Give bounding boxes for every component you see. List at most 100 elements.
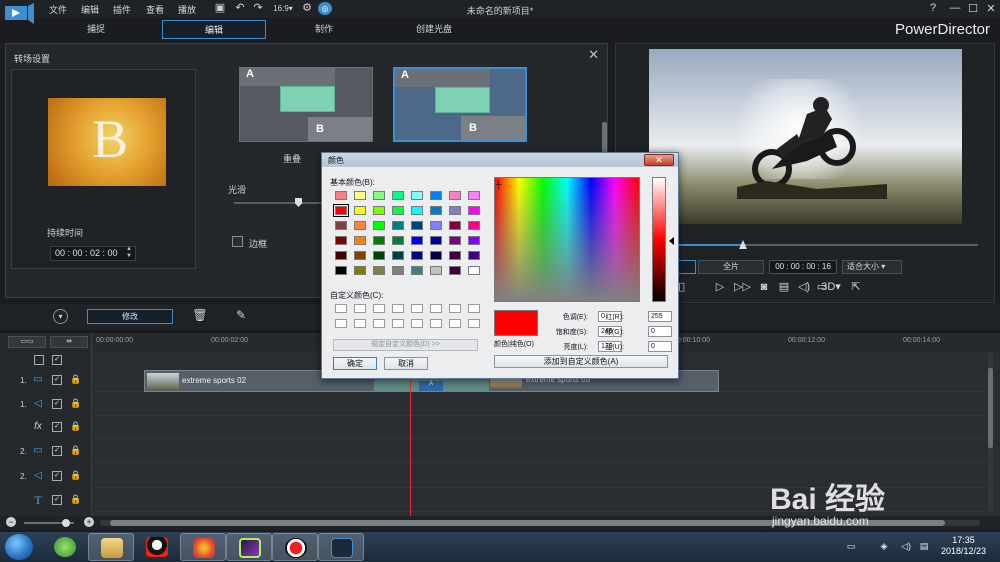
color-swatch[interactable] <box>449 251 461 260</box>
taskbar-app[interactable] <box>272 533 318 561</box>
color-swatch[interactable] <box>411 266 423 275</box>
lock-icon[interactable]: 🔒 <box>70 421 81 433</box>
blue-field[interactable]: 0 <box>648 341 672 352</box>
color-swatch[interactable] <box>411 206 423 215</box>
define-custom-colors-button[interactable]: 规定自定义颜色(D) >> <box>333 339 478 351</box>
undock-icon[interactable]: ⇱ <box>848 280 864 294</box>
tray-app-icon[interactable]: ◈ <box>878 541 890 553</box>
color-swatch[interactable] <box>449 191 461 200</box>
volume-icon[interactable]: ◁) <box>796 280 812 294</box>
tab-produce[interactable]: 制作 <box>272 20 376 39</box>
play-icon[interactable]: ▷ <box>712 280 728 294</box>
taskbar-app[interactable] <box>88 533 134 561</box>
lock-icon[interactable]: 🔒 <box>70 470 81 482</box>
modify-button[interactable]: 修改 <box>87 309 173 324</box>
custom-color-swatch[interactable] <box>354 319 366 328</box>
undo-icon[interactable]: ↶ <box>233 2 247 15</box>
aspect-ratio-icon[interactable]: 16:9▾ <box>272 2 294 15</box>
start-button[interactable] <box>5 534 33 560</box>
dialog-titlebar[interactable]: 颜色 ✕ <box>322 153 678 167</box>
color-swatch[interactable] <box>354 236 366 245</box>
tab-capture[interactable]: 捕捉 <box>44 20 148 39</box>
track-enable-checkbox[interactable]: ✓ <box>52 471 62 481</box>
custom-color-swatch[interactable] <box>449 304 461 313</box>
track-enable-checkbox[interactable]: ✓ <box>52 399 62 409</box>
track-lane[interactable] <box>93 441 993 463</box>
custom-color-swatch[interactable] <box>392 304 404 313</box>
trash-icon[interactable]: 🗑 <box>192 308 208 324</box>
zoom-in-button[interactable]: + <box>84 517 94 527</box>
color-swatch[interactable] <box>354 206 366 215</box>
track-enable-checkbox[interactable]: ✓ <box>52 446 62 456</box>
keyboard-icon[interactable]: ▭ <box>845 541 857 553</box>
color-swatch[interactable] <box>411 221 423 230</box>
color-swatch[interactable] <box>373 251 385 260</box>
track-enable-checkbox[interactable]: ✓ <box>52 495 62 505</box>
lock-icon[interactable]: 🔒 <box>70 445 81 457</box>
red-field[interactable]: 255 <box>648 311 672 322</box>
3d-toggle[interactable]: 3D▾ <box>819 280 843 294</box>
luminance-arrow-icon[interactable] <box>669 237 674 245</box>
ok-button[interactable]: 确定 <box>333 357 377 370</box>
custom-color-swatch[interactable] <box>335 304 347 313</box>
custom-color-swatch[interactable] <box>354 304 366 313</box>
transition-card-selected[interactable]: A B <box>393 67 527 142</box>
menu-view[interactable]: 查看 <box>146 3 164 16</box>
taskbar-app[interactable] <box>42 533 88 561</box>
custom-color-swatch[interactable] <box>430 304 442 313</box>
color-swatch[interactable] <box>468 236 480 245</box>
spectrum-crosshair-icon[interactable]: ┼ <box>496 180 502 189</box>
color-swatch[interactable] <box>430 221 442 230</box>
maximize-button[interactable]: ☐ <box>966 2 980 15</box>
color-swatch[interactable] <box>335 221 347 230</box>
redo-icon[interactable]: ↷ <box>251 2 265 15</box>
color-swatch[interactable] <box>411 191 423 200</box>
color-swatch[interactable] <box>449 221 461 230</box>
color-swatch[interactable] <box>411 236 423 245</box>
close-window-button[interactable]: ✕ <box>984 2 998 15</box>
color-swatch[interactable] <box>373 236 385 245</box>
clock[interactable]: 17:35 2018/12/23 <box>941 535 986 557</box>
save-icon[interactable]: ▣ <box>213 2 227 15</box>
green-field[interactable]: 0 <box>648 326 672 337</box>
minimize-button[interactable]: — <box>948 2 962 14</box>
custom-color-swatch[interactable] <box>430 319 442 328</box>
color-swatch[interactable] <box>449 236 461 245</box>
menu-playback[interactable]: 播放 <box>178 3 196 16</box>
color-swatch[interactable] <box>430 206 442 215</box>
help-button[interactable]: ? <box>926 2 940 14</box>
custom-color-swatch[interactable] <box>335 319 347 328</box>
cancel-button[interactable]: 取消 <box>384 357 428 370</box>
color-swatch[interactable] <box>392 236 404 245</box>
close-panel-button[interactable]: ✕ <box>588 47 599 63</box>
color-swatch[interactable] <box>335 236 347 245</box>
color-swatch[interactable] <box>392 251 404 260</box>
tab-edit[interactable]: 编辑 <box>162 20 266 39</box>
custom-color-swatch[interactable] <box>392 319 404 328</box>
color-swatch[interactable] <box>335 266 347 275</box>
taskbar-app[interactable] <box>226 533 272 561</box>
snapshot-icon[interactable]: ◙ <box>756 280 772 294</box>
track-enable-checkbox[interactable]: ✓ <box>52 375 62 385</box>
color-swatch[interactable] <box>354 221 366 230</box>
color-swatch[interactable] <box>354 251 366 260</box>
custom-color-swatch[interactable] <box>373 319 385 328</box>
dialog-close-button[interactable]: ✕ <box>644 154 674 166</box>
color-swatch[interactable] <box>430 251 442 260</box>
color-swatch[interactable] <box>449 206 461 215</box>
taskbar-app[interactable] <box>134 533 180 561</box>
color-spectrum[interactable] <box>494 177 640 302</box>
taskbar-app[interactable] <box>318 533 364 561</box>
color-swatch[interactable] <box>373 221 385 230</box>
taskbar-app[interactable] <box>180 533 226 561</box>
color-swatch[interactable] <box>392 266 404 275</box>
border-checkbox[interactable] <box>232 236 243 247</box>
color-swatch[interactable] <box>335 191 347 200</box>
color-swatch[interactable] <box>468 191 480 200</box>
track-lane[interactable] <box>93 417 993 439</box>
smooth-slider[interactable] <box>234 202 326 204</box>
color-swatch[interactable] <box>373 206 385 215</box>
tab-create-disc[interactable]: 创建光盘 <box>382 20 486 39</box>
transition-icon[interactable]: A <box>419 381 443 391</box>
volume-tray-icon[interactable]: ◁) <box>900 541 912 553</box>
